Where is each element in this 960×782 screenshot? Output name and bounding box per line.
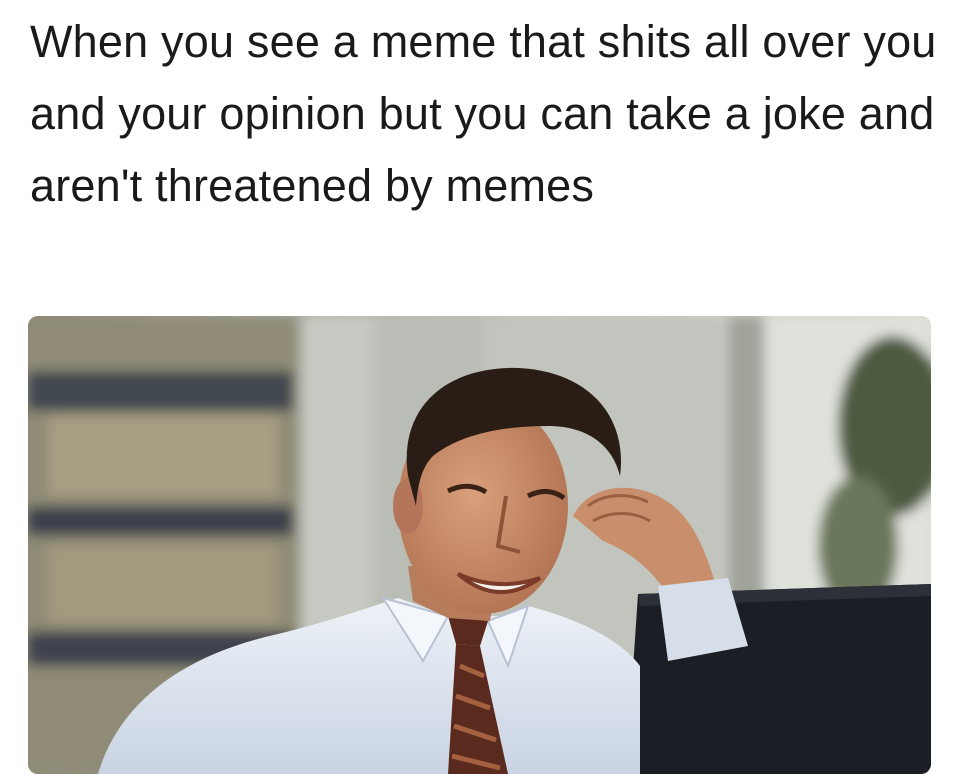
meme-caption: When you see a meme that shits all over … xyxy=(30,16,937,211)
meme-photo xyxy=(28,316,931,774)
smiling-businessman-illustration xyxy=(28,316,931,774)
